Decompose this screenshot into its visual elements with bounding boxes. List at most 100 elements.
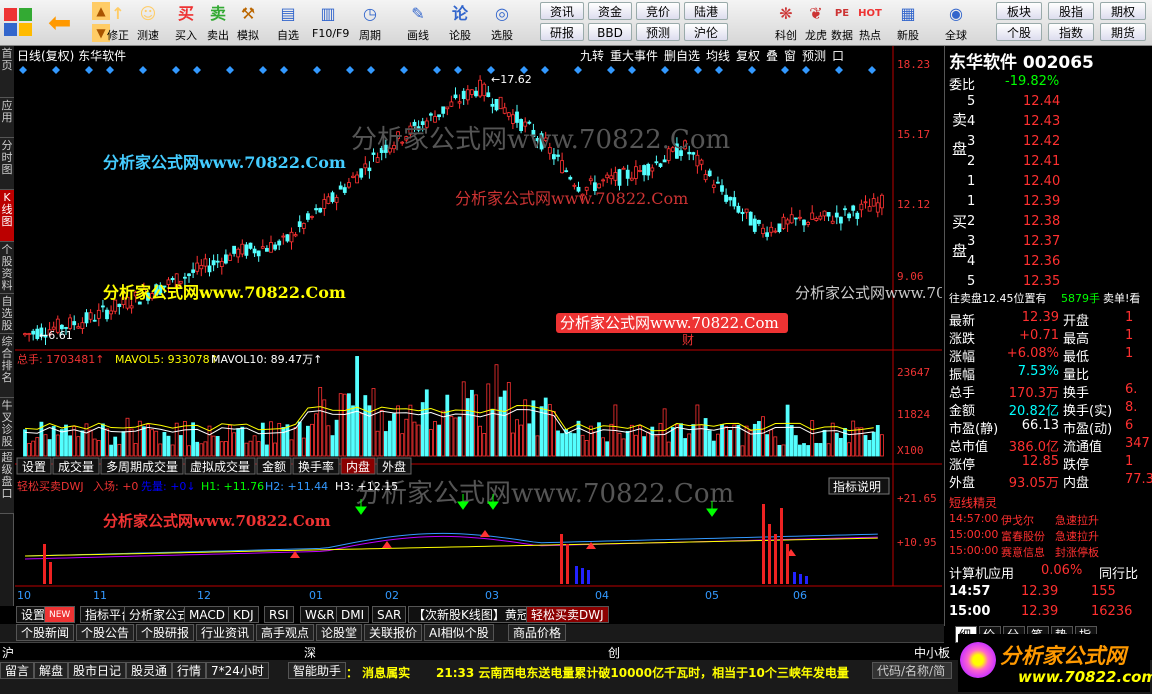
volume-bar [375,430,380,457]
toolbar-1-button[interactable]: ☺ 测速 [132,2,164,44]
back-arrow-icon[interactable]: ⬅ [48,6,71,39]
chart-option-1[interactable]: 重大事件 [610,49,658,63]
quick-2-0-button[interactable]: 竞价 [636,2,680,20]
chart-option-0[interactable]: 九转 [580,48,604,63]
toolbar-2-button[interactable]: 买买入 [170,2,202,44]
event-stock[interactable]: 伊戈尔 [1001,512,1034,528]
volume-bar [355,356,360,457]
toolbar-11-button[interactable]: ❋ 科创 [770,2,802,44]
candle-body [80,322,85,330]
indicator-tab-6[interactable]: RSI [264,606,294,623]
quick-3-0-button[interactable]: 陆港 [684,2,728,20]
toolbar-4-button[interactable]: ⚒ 模拟 [232,2,264,44]
status-item-0[interactable]: 留言 [0,662,35,679]
quick-1-0-button[interactable]: 资金 [588,2,632,20]
chart-option-6[interactable]: 窗 [784,49,796,63]
quick-0-1-button[interactable]: 研报 [540,23,584,41]
index-label[interactable]: 沪 [2,644,14,661]
volume-bar [478,425,483,457]
chart-option-3[interactable]: 均线 [706,49,730,63]
leftnav-item-6[interactable]: 综合排名 [0,334,14,398]
status-item-6[interactable]: 智能助手 [288,662,347,679]
candle-body [830,220,835,224]
right-1-0-button[interactable]: 股指 [1048,2,1094,20]
candle-body [195,262,200,272]
toolbar-8-button[interactable]: ✎ 画线 [402,2,434,44]
toolbar-14-icon: HOT [858,8,882,19]
info-tab-1[interactable]: 个股公告 [76,624,135,641]
quick-3-1-button[interactable]: 沪伦 [684,23,728,41]
info-tab-4[interactable]: 高手观点 [256,624,315,641]
leftnav-item-7[interactable]: 牛叉诊股 [0,398,14,450]
right-0-1-button[interactable]: 个股 [996,23,1042,41]
right-2-1-button[interactable]: 期货 [1100,23,1146,41]
status-item-1[interactable]: 解盘 [34,662,69,679]
index-label[interactable]: 创 [608,644,620,661]
event-stock[interactable]: 富春股份 [1001,528,1045,544]
toolbar-7-button[interactable]: ◷ 周期 [354,2,386,44]
leftnav-item-8[interactable]: 超级盘口 [0,450,14,514]
leftnav-item-2[interactable]: 分时图 [0,138,14,190]
leftnav-item-4[interactable]: 个股资料 [0,242,14,294]
toolbar-6-button[interactable]: ▥ F10/F9 [312,2,349,44]
index-label[interactable]: 中小板 [914,644,950,661]
toolbar-14-button[interactable]: HOT 热点 [854,2,886,44]
sector-compare[interactable]: 同行比 [1099,563,1138,582]
info-tab-6[interactable]: 关联报价 [364,624,423,641]
status-item-2[interactable]: 股市日记 [68,662,127,679]
toolbar-10-button[interactable]: ◎ 选股 [486,2,518,44]
toolbar-9-button[interactable]: 论论股 [444,2,476,44]
toolbar-2-icon: 买 [177,4,194,23]
indicator-tab-11[interactable]: 轻松买卖DWJ [526,606,609,623]
kline-chart-area[interactable]: 日线(复权) 东华软件 九转 重大事件 删自选 均线 复权叠窗预测口 18.23 15.17 1… [15,46,1014,606]
candle-body [457,101,462,104]
volume-bar [560,433,564,457]
leftnav-item-3[interactable]: K线图 [0,190,14,242]
info-tab-8[interactable]: 商品价格 [508,624,567,641]
index-label[interactable]: 深 [304,644,316,661]
candle-body [855,212,860,219]
toolbar-0-button[interactable]: ↑ 修正 [102,2,134,44]
chart-option-2[interactable]: 删自选 [664,49,700,63]
leftnav-item-0[interactable]: 首页 [0,46,14,98]
indicator-tab-10[interactable]: 【次新股K线图】黄冠... [408,606,546,623]
status-item-3[interactable]: 股灵通 [126,662,173,679]
indicator-tab-7[interactable]: W&R [300,606,340,623]
status-item-5[interactable]: 7*24小时 [206,662,269,679]
status-item-4[interactable]: 行情 [172,662,207,679]
info-tab-7[interactable]: AI相似个股 [424,624,494,641]
toolbar-15-button[interactable]: ▦ 新股 [892,2,924,44]
info-tab-0[interactable]: 个股新闻 [16,624,75,641]
indicator-tab-5[interactable]: KDJ [228,606,259,623]
chart-option-4[interactable]: 复权 [736,49,760,63]
tick-price: 12.39 [1021,584,1059,599]
info-tab-3[interactable]: 行业资讯 [196,624,255,641]
info-tab-2[interactable]: 个股研报 [136,624,195,641]
news-ticker[interactable]: 21:33 云南西电东送电量累计破10000亿千瓦时，相当于10个三峡年发电量 [436,664,866,681]
search-input[interactable]: 代码/名称/简拼 [872,662,952,679]
quick-1-1-button[interactable]: BBD [588,23,632,41]
toolbar-16-button[interactable]: ◉ 全球 [940,2,972,44]
info-tab-5[interactable]: 论股堂 [316,624,363,641]
chart-option-5[interactable]: 叠 [766,49,778,63]
right-0-0-button[interactable]: 板块 [996,2,1042,20]
event-stock[interactable]: 赛意信息 [1001,544,1045,560]
volume-bar [441,410,446,457]
right-2-0-button[interactable]: 期权 [1100,2,1146,20]
quick-0-0-button[interactable]: 资讯 [540,2,584,20]
leftnav-item-5[interactable]: 自选股 [0,294,14,334]
toolbar-5-button[interactable]: ▤ 自选 [272,2,304,44]
indicator-tab-1[interactable]: NEW [44,606,76,623]
indicator-tab-8[interactable]: DMI [336,606,370,623]
app-logo-icon[interactable] [4,8,32,36]
toolbar-3-button[interactable]: 卖卖出 [202,2,234,44]
indicator-tab-4[interactable]: MACD [184,606,230,623]
volume-bar [240,426,245,457]
right-1-1-button[interactable]: 指数 [1048,23,1094,41]
indicator-tab-9[interactable]: SAR [372,606,407,623]
quick-2-1-button[interactable]: 预测 [636,23,680,41]
chart-option-8[interactable]: 口 [832,49,844,63]
chart-option-7[interactable]: 预测 [802,49,826,63]
volume-bar [330,435,335,457]
leftnav-item-1[interactable]: 应用 [0,98,14,138]
